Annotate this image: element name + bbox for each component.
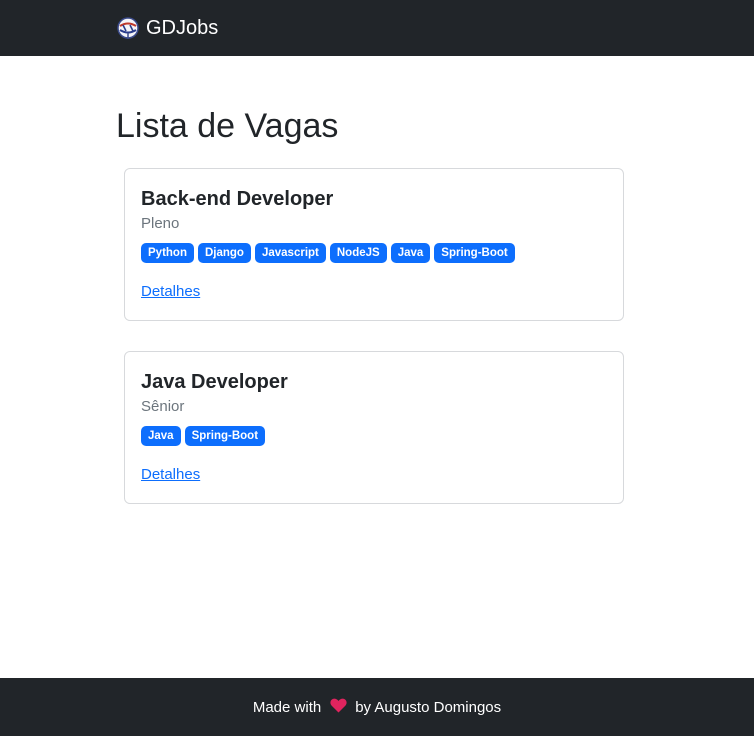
job-card: Back-end Developer Pleno Python Django J… xyxy=(124,168,624,321)
tag-badge: Django xyxy=(197,243,251,263)
footer-author: by Augusto Domingos xyxy=(355,698,502,716)
tag-badge: NodeJS xyxy=(329,243,387,263)
job-tags: Java Spring-Boot xyxy=(141,426,266,446)
navbar: GDJobs xyxy=(0,0,754,56)
job-level: Pleno xyxy=(141,215,180,232)
brand-link[interactable]: GDJobs xyxy=(116,14,218,42)
job-card: Java Developer Sênior Java Spring-Boot D… xyxy=(124,351,624,504)
job-title: Java Developer xyxy=(141,371,288,393)
details-link[interactable]: Detalhes xyxy=(141,465,200,485)
tag-badge: Java xyxy=(390,243,431,263)
footer-made-with: Made with xyxy=(252,698,322,716)
job-title: Back-end Developer xyxy=(141,188,334,210)
tag-badge: Javascript xyxy=(254,243,326,263)
page-title: Lista de Vagas xyxy=(116,107,339,145)
tag-badge: Java xyxy=(141,426,181,446)
tag-badge: Python xyxy=(141,243,194,263)
job-tags: Python Django Javascript NodeJS Java Spr… xyxy=(141,243,515,263)
tag-badge: Spring-Boot xyxy=(184,426,266,446)
details-link[interactable]: Detalhes xyxy=(141,282,200,302)
job-level: Sênior xyxy=(141,398,185,415)
footer: Made with by Augusto Domingos xyxy=(0,678,754,736)
gdjobs-logo-icon xyxy=(116,16,140,40)
heart-icon xyxy=(330,698,347,717)
brand-name: GDJobs xyxy=(146,16,219,39)
tag-badge: Spring-Boot xyxy=(434,243,515,263)
